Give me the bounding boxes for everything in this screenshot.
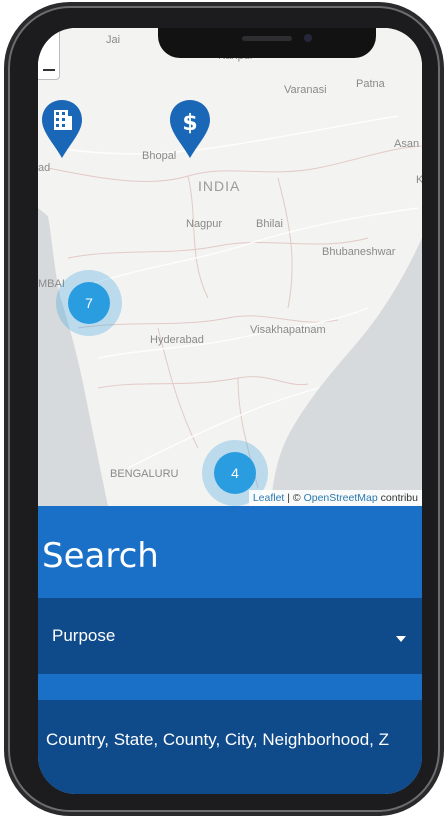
city-label: K xyxy=(416,174,422,186)
city-label: BENGALURU xyxy=(110,468,179,480)
phone-screen: Jai Kanpur Varanasi Patna Asan Bhopal IN… xyxy=(38,28,422,794)
city-label: Bhilai xyxy=(256,218,283,230)
city-label: Hyderabad xyxy=(150,334,204,346)
mute-switch xyxy=(4,118,8,152)
cluster-count: 4 xyxy=(214,452,256,494)
purpose-label: Purpose xyxy=(52,626,116,645)
attribution-suffix: contribu xyxy=(377,492,418,504)
city-label: Visakhapatnam xyxy=(250,324,326,336)
front-camera xyxy=(304,34,312,42)
building-marker[interactable] xyxy=(40,98,84,160)
marker-cluster[interactable]: 7 xyxy=(56,270,122,336)
city-label: Jai xyxy=(106,34,121,46)
city-label: ad xyxy=(38,162,51,174)
search-title: Search xyxy=(42,536,159,576)
attribution-separator: | © xyxy=(284,492,304,504)
next-field-edge xyxy=(38,776,422,794)
leaflet-link[interactable]: Leaflet xyxy=(253,492,285,504)
purpose-select[interactable]: Purpose xyxy=(38,598,422,674)
dollar-icon: $ xyxy=(170,100,210,158)
power-button xyxy=(440,196,444,292)
notch xyxy=(158,28,376,58)
city-label: Bhubaneshwar xyxy=(322,246,396,258)
minus-icon xyxy=(43,69,55,71)
cluster-count: 7 xyxy=(68,282,110,324)
svg-text:$: $ xyxy=(182,111,197,136)
zoom-out-button[interactable] xyxy=(38,28,60,80)
city-label: Patna xyxy=(356,78,385,90)
map-view[interactable]: Jai Kanpur Varanasi Patna Asan Bhopal IN… xyxy=(38,28,422,506)
map-tiles xyxy=(38,115,422,506)
city-label: Nagpur xyxy=(186,218,223,230)
location-placeholder: Country, State, County, City, Neighborho… xyxy=(46,730,389,749)
location-input[interactable]: Country, State, County, City, Neighborho… xyxy=(38,700,422,776)
dollar-marker[interactable]: $ xyxy=(168,98,212,160)
country-label: INDIA xyxy=(198,178,241,194)
search-panel: Search Purpose Country, State, County, C… xyxy=(38,506,422,794)
speaker xyxy=(242,36,292,41)
map-attribution: Leaflet | © OpenStreetMap contribu xyxy=(248,490,422,506)
volume-down-button xyxy=(4,250,8,312)
building-icon xyxy=(42,100,82,158)
volume-up-button xyxy=(4,174,8,236)
caret-down-icon xyxy=(396,636,406,642)
openstreetmap-link[interactable]: OpenStreetMap xyxy=(304,492,378,504)
city-label: Asan xyxy=(394,138,420,150)
city-label: Varanasi xyxy=(284,84,327,96)
